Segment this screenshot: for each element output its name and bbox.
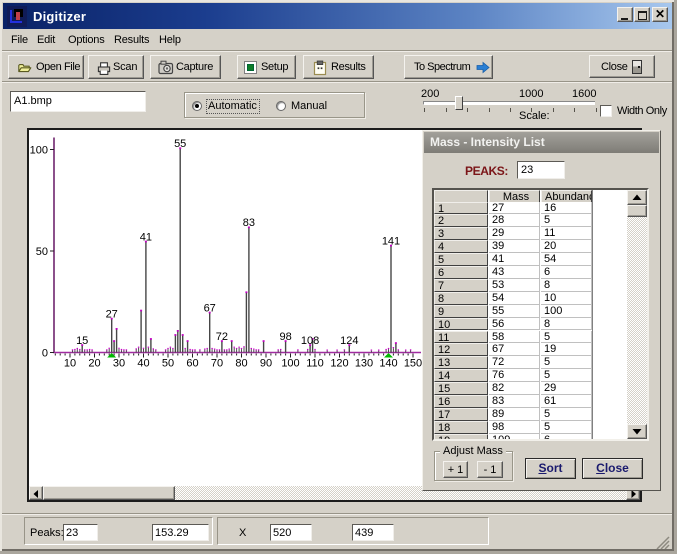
svg-text:50: 50 [36, 246, 48, 258]
svg-text:20: 20 [88, 358, 100, 370]
svg-text:83: 83 [243, 217, 255, 229]
svg-text:120: 120 [330, 358, 348, 370]
svg-text:50: 50 [162, 358, 174, 370]
svg-text:150: 150 [404, 358, 422, 370]
svg-text:55: 55 [174, 138, 186, 150]
svg-text:30: 30 [113, 358, 125, 370]
svg-text:98: 98 [279, 331, 291, 343]
svg-text:110: 110 [306, 358, 324, 370]
svg-text:100: 100 [281, 358, 299, 370]
svg-text:0: 0 [42, 348, 48, 360]
svg-text:67: 67 [204, 302, 216, 314]
svg-text:100: 100 [30, 145, 48, 157]
svg-text:72: 72 [216, 331, 228, 343]
svg-text:124: 124 [340, 335, 358, 347]
svg-text:27: 27 [106, 309, 118, 321]
svg-text:108: 108 [301, 335, 319, 347]
svg-text:141: 141 [382, 235, 400, 247]
svg-text:130: 130 [355, 358, 373, 370]
svg-text:80: 80 [235, 358, 247, 370]
svg-text:41: 41 [140, 231, 152, 243]
svg-text:140: 140 [379, 358, 397, 370]
svg-text:90: 90 [260, 358, 272, 370]
svg-text:40: 40 [137, 358, 149, 370]
svg-text:60: 60 [186, 358, 198, 370]
svg-text:15: 15 [76, 335, 88, 347]
svg-text:10: 10 [64, 358, 76, 370]
svg-text:70: 70 [211, 358, 223, 370]
